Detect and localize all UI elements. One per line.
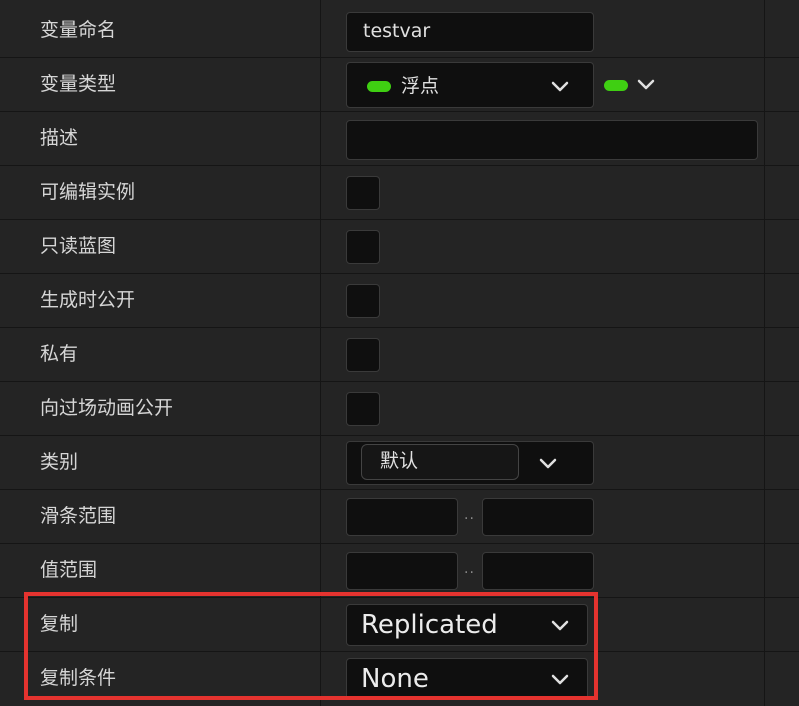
slider-range-separator: .. [464, 507, 475, 523]
row-blueprint-readonly: 只读蓝图 [0, 220, 799, 274]
expose-to-cinematics-label: 向过场动画公开 [40, 397, 174, 419]
private-checkbox[interactable] [346, 338, 380, 372]
replication-value: Replicated [361, 610, 498, 640]
row-slider-range: 滑条范围 .. [0, 490, 799, 544]
row-private: 私有 [0, 328, 799, 382]
value-range-separator: .. [464, 561, 475, 577]
row-expose-on-spawn: 生成时公开 [0, 274, 799, 328]
row-category: 类别 默认 [0, 436, 799, 490]
category-input[interactable]: 默认 [361, 444, 519, 480]
chevron-down-icon [551, 81, 569, 93]
var-type-value: 浮点 [401, 75, 440, 97]
var-name-input[interactable]: testvar [346, 12, 594, 52]
chevron-down-icon [551, 674, 569, 686]
chevron-down-icon[interactable] [539, 458, 557, 470]
container-type-pill-icon[interactable] [604, 80, 628, 91]
var-type-dropdown[interactable]: 浮点 [346, 62, 594, 108]
row-var-type: 变量类型 浮点 [0, 58, 799, 112]
replication-condition-label: 复制条件 [40, 667, 117, 689]
value-range-max-input[interactable] [482, 552, 594, 590]
instance-editable-label: 可编辑实例 [40, 181, 136, 203]
expose-on-spawn-checkbox[interactable] [346, 284, 380, 318]
value-range-label: 值范围 [40, 559, 98, 581]
replication-dropdown[interactable]: Replicated [346, 604, 588, 646]
private-label: 私有 [40, 343, 79, 365]
chevron-down-icon [551, 620, 569, 632]
category-combobox[interactable]: 默认 [346, 441, 594, 485]
slider-range-min-input[interactable] [346, 498, 458, 536]
type-pill-icon [367, 81, 391, 92]
slider-range-max-input[interactable] [482, 498, 594, 536]
replication-condition-value: None [361, 664, 429, 694]
expose-on-spawn-label: 生成时公开 [40, 289, 136, 311]
details-panel: 变量命名 testvar 变量类型 浮点 描述 可编辑实例 只读蓝图 生成时公开 [0, 0, 799, 706]
row-expose-to-cinematics: 向过场动画公开 [0, 382, 799, 436]
instance-editable-checkbox[interactable] [346, 176, 380, 210]
value-range-min-input[interactable] [346, 552, 458, 590]
replication-label: 复制 [40, 613, 79, 635]
row-var-name: 变量命名 testvar [0, 4, 799, 58]
blueprint-readonly-checkbox[interactable] [346, 230, 380, 264]
slider-range-label: 滑条范围 [40, 505, 117, 527]
var-type-label: 变量类型 [40, 73, 117, 95]
blueprint-readonly-label: 只读蓝图 [40, 235, 117, 257]
row-replication: 复制 Replicated [0, 598, 799, 652]
row-description: 描述 [0, 112, 799, 166]
var-name-label: 变量命名 [40, 19, 117, 41]
expose-to-cinematics-checkbox[interactable] [346, 392, 380, 426]
description-input[interactable] [346, 120, 758, 160]
row-value-range: 值范围 .. [0, 544, 799, 598]
replication-condition-dropdown[interactable]: None [346, 658, 588, 700]
description-label: 描述 [40, 127, 79, 149]
row-instance-editable: 可编辑实例 [0, 166, 799, 220]
container-type-chevron-icon[interactable] [637, 79, 655, 91]
row-replication-condition: 复制条件 None [0, 652, 799, 706]
category-label: 类别 [40, 451, 79, 473]
